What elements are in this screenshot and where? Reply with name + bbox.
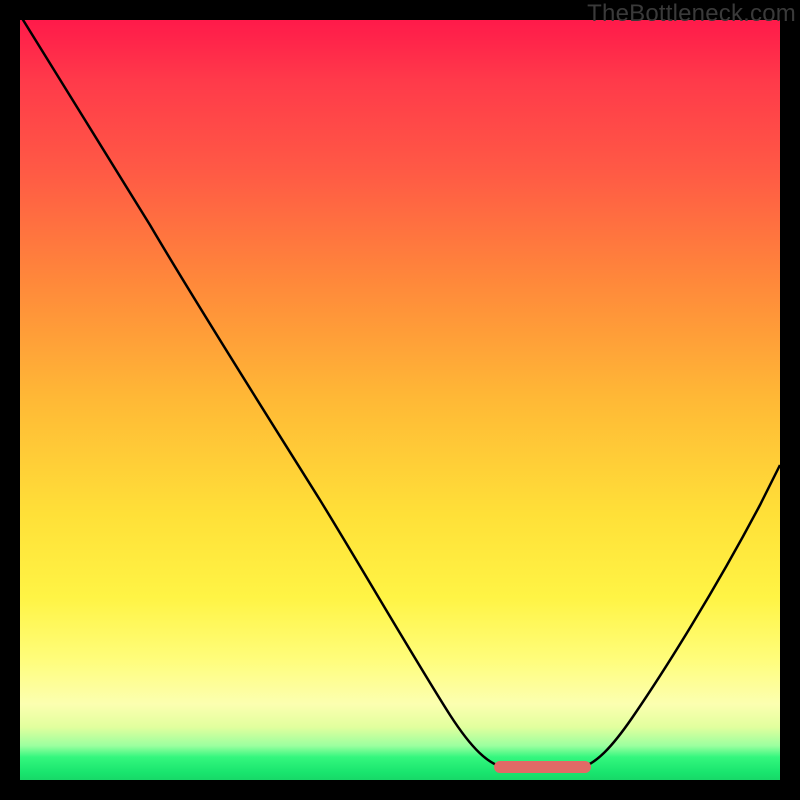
chart-frame — [20, 20, 780, 780]
bottleneck-curve — [20, 15, 780, 768]
chart-svg — [20, 20, 780, 780]
